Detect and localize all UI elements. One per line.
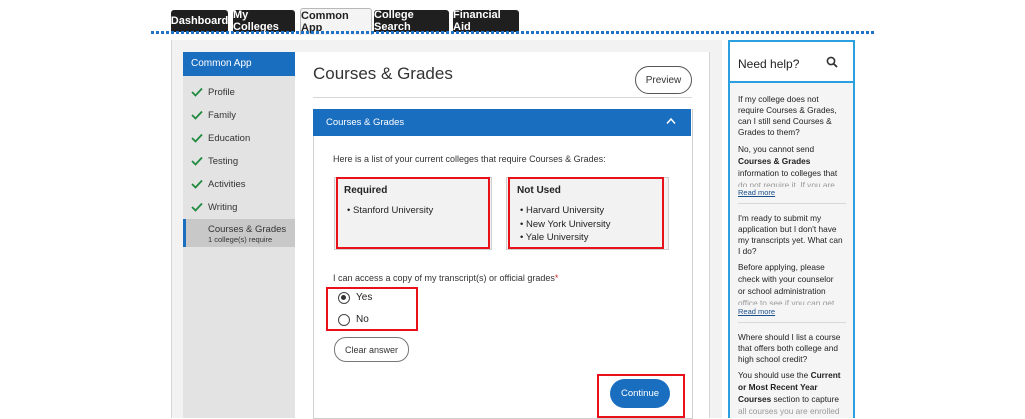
highlight-box [508,177,664,249]
help-title: Need help? [738,57,800,71]
sidebar-item-label: Education [208,132,251,144]
faq-question: Where should I list a course that offers… [738,332,841,364]
sidebar-item-activities[interactable]: Activities [191,177,245,191]
highlight-box [326,287,418,331]
sidebar-item-label: Family [208,109,236,121]
tab-underline [151,31,876,34]
check-icon [191,133,203,143]
sidebar-item-family[interactable]: Family [191,108,236,122]
sidebar-item-profile[interactable]: Profile [191,85,235,99]
clear-answer-button[interactable]: Clear answer [334,337,409,362]
tab-college-search[interactable]: College Search [374,9,449,33]
chevron-up-icon[interactable] [666,117,676,125]
check-icon [191,202,203,212]
sidebar-active-sublabel: 1 college(s) require [208,235,273,244]
divider [313,97,692,98]
sidebar-item-writing[interactable]: Writing [191,200,237,214]
faq-question: I'm ready to submit my application but I… [738,213,843,256]
search-icon[interactable] [826,56,838,68]
sidebar-item-label: Activities [208,178,246,190]
check-icon [191,87,203,97]
panel-header[interactable]: Courses & Grades [313,109,691,136]
highlight-box [597,374,685,418]
sidebar-item-label: Profile [208,86,235,98]
check-icon [191,110,203,120]
highlight-box [336,177,490,249]
tab-dashboard[interactable]: Dashboard [171,10,228,32]
sidebar-item-label: Writing [208,201,238,213]
faq-answer: Before applying, please check with your … [738,262,835,305]
page-title: Courses & Grades [313,64,453,83]
sidebar-active-label: Courses & Grades [208,224,287,235]
intro-text: Here is a list of your current colleges … [333,154,606,164]
tab-financial-aid[interactable]: Financial Aid [453,9,519,33]
check-icon [191,179,203,189]
faq-answer: You should use the Current or Most Recen… [738,370,841,416]
sidebar-item-testing[interactable]: Testing [191,154,238,168]
check-icon [191,156,203,166]
faq-question: If my college does not require Courses &… [738,94,837,137]
transcript-question: I can access a copy of my transcript(s) … [333,273,559,283]
sidebar-item-label: Testing [208,155,239,167]
preview-button[interactable]: Preview [635,66,692,94]
sidebar-item-education[interactable]: Education [191,131,250,145]
divider [738,203,846,204]
read-more-link[interactable]: Read more [738,307,775,316]
read-more-link[interactable]: Read more [738,188,775,197]
sidebar-header[interactable]: Common App [183,52,295,76]
faq-answer: No, you cannot send Courses & Grades inf… [738,144,838,187]
tab-my-colleges[interactable]: My Colleges [233,9,295,33]
divider [738,322,846,323]
